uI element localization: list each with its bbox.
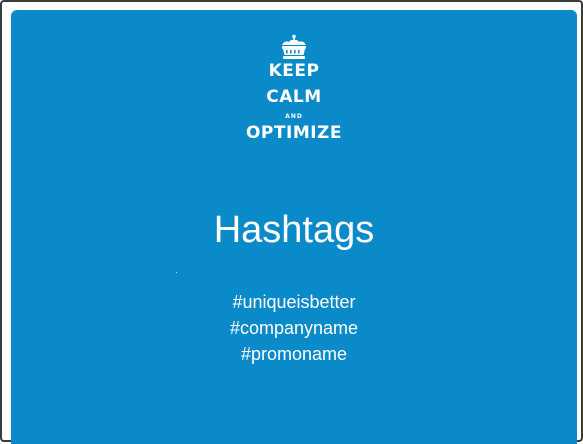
window-frame: KEEP CALM AND OPTIMIZE Hashtags #uniquei… <box>0 0 583 444</box>
hashtag-item: #companyname <box>229 318 359 338</box>
hashtag-item: #uniqueisbetter <box>232 292 356 312</box>
slide-title: Hashtags <box>213 209 375 251</box>
crown-icon <box>282 34 306 59</box>
stray-mark <box>176 272 177 273</box>
hashtag-list: #uniqueisbetter #companyname #promoname <box>11 289 577 367</box>
logo-line-optimize: OPTIMIZE <box>245 123 342 143</box>
logo-line-and: AND <box>285 113 303 120</box>
logo-line-calm: CALM <box>266 87 322 107</box>
logo-line-keep: KEEP <box>268 61 320 81</box>
slide: KEEP CALM AND OPTIMIZE Hashtags #uniquei… <box>11 10 577 444</box>
hashtag-item: #promoname <box>240 344 348 364</box>
